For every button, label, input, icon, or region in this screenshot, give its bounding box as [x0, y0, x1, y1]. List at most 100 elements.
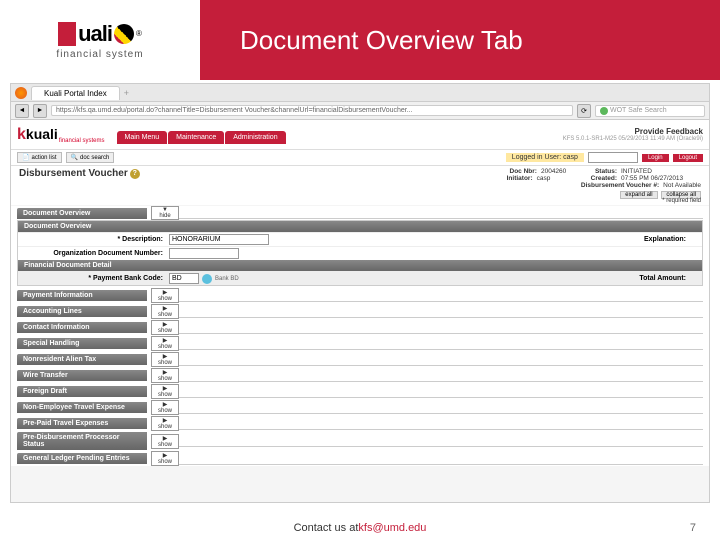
show-button[interactable]: ▶ show [151, 288, 179, 303]
bank-code-label: * Payment Bank Code: [24, 275, 169, 282]
help-icon[interactable]: ? [130, 169, 140, 179]
app-logo-k-icon: k [17, 126, 26, 144]
browser-tab[interactable]: Kuali Portal Index [31, 86, 120, 100]
registered-mark: ® [136, 29, 142, 38]
impersonate-input[interactable] [588, 152, 638, 163]
footer-label: Contact us at [294, 522, 359, 534]
tab-prepaid-travel-header: Pre-Paid Travel Expenses [17, 418, 147, 429]
logged-in-user: Logged in User: casp [506, 153, 584, 162]
address-bar: ◄ ► https://kfs.qa.umd.edu/portal.do?cha… [11, 102, 709, 120]
doc-nbr-value: 2004260 [541, 168, 591, 175]
doc-title: Disbursement Voucher ? [19, 168, 140, 179]
tab-payment-information-header: Payment Information [17, 290, 147, 301]
expand-bar: expand all collapse all * required field [11, 191, 709, 205]
slide-title: Document Overview Tab [240, 25, 523, 56]
tab-foreign-draft: Foreign Draft ▶ show [17, 384, 703, 399]
status-label: Status: [595, 168, 617, 175]
tab-accounting-lines: Accounting Lines ▶ show [17, 304, 703, 319]
description-input[interactable] [169, 234, 269, 245]
url-input[interactable]: https://kfs.qa.umd.edu/portal.do?channel… [51, 105, 573, 116]
version-text: KFS 5.0.1-SR1-M25 05/29/2013 11:49 AM (O… [563, 136, 703, 142]
row-description: * Description: Explanation: [18, 232, 702, 246]
action-list-button[interactable]: 📄 action list [17, 152, 62, 163]
app-screenshot: Kuali Portal Index + ◄ ► https://kfs.qa.… [10, 83, 710, 503]
explanation-label: Explanation: [644, 236, 696, 243]
tab-payment-information: Payment Information ▶ show [17, 288, 703, 303]
provide-feedback-link[interactable]: Provide Feedback [563, 127, 703, 136]
show-button[interactable]: ▶ show [151, 416, 179, 431]
app-logo-sub: financial systems [59, 138, 105, 144]
tab-maintenance[interactable]: Maintenance [168, 131, 224, 144]
app-logo: k kuali [17, 126, 58, 144]
tab-special-handling: Special Handling ▶ show [17, 336, 703, 351]
reload-button[interactable]: ⟳ [577, 104, 591, 118]
login-button[interactable]: Login [642, 154, 669, 162]
tab-non-employee-travel: Non-Employee Travel Expense ▶ show [17, 400, 703, 415]
show-button[interactable]: ▶ show [151, 320, 179, 335]
tab-wire-transfer-header: Wire Transfer [17, 370, 147, 381]
maryland-shield-icon [114, 24, 134, 44]
bank-code-input[interactable] [169, 273, 199, 284]
new-tab-button[interactable]: + [124, 88, 129, 98]
app-header: k kuali financial systems Main Menu Main… [11, 120, 709, 150]
tab-contact-information-header: Contact Information [17, 322, 147, 333]
tab-non-employee-travel-header: Non-Employee Travel Expense [17, 402, 147, 413]
app-nav-tabs: Main Menu Maintenance Administration [117, 131, 286, 144]
dv-value: Not Available [663, 182, 701, 189]
doc-title-text: Disbursement Voucher [19, 168, 128, 179]
page-number: 7 [690, 522, 696, 534]
tab-administration[interactable]: Administration [225, 131, 285, 144]
show-button[interactable]: ▶ show [151, 352, 179, 367]
tab-accounting-lines-header: Accounting Lines [17, 306, 147, 317]
org-doc-number-label: Organization Document Number: [24, 250, 169, 257]
total-amount-label: Total Amount: [639, 275, 696, 282]
footer-email-link[interactable]: kfs@umd.edu [358, 522, 426, 534]
tab-contact-information: Contact Information ▶ show [17, 320, 703, 335]
initiator-value: casp [537, 175, 587, 182]
show-button[interactable]: ▶ show [151, 304, 179, 319]
browser-search-input[interactable]: WOT Safe Search [595, 105, 705, 117]
show-button[interactable]: ▶ show [151, 434, 179, 449]
tab-gl-pending: General Ledger Pending Entries ▶ show [17, 451, 703, 466]
footer: Contact us at kfs@umd.edu [0, 522, 720, 534]
tabs-area: Document Overview ▼ hide Document Overvi… [11, 206, 709, 466]
forward-button[interactable]: ► [33, 104, 47, 118]
tab-prepaid-travel: Pre-Paid Travel Expenses ▶ show [17, 416, 703, 431]
hide-button[interactable]: ▼ hide [151, 206, 179, 220]
action-list-label: action list [31, 155, 56, 161]
logo-subtitle: financial system [56, 49, 143, 60]
kuali-logo: uali ® [58, 21, 142, 47]
tab-document-overview-header: Document Overview [17, 208, 147, 219]
show-button[interactable]: ▶ show [151, 451, 179, 466]
show-button[interactable]: ▶ show [151, 336, 179, 351]
logout-button[interactable]: Logout [673, 154, 703, 162]
tab-pdp-status-header: Pre-Disbursement Processor Status [17, 432, 147, 450]
lookup-icon[interactable] [202, 274, 212, 284]
tab-main-menu[interactable]: Main Menu [117, 131, 168, 144]
tab-special-handling-header: Special Handling [17, 338, 147, 349]
header-right: Provide Feedback KFS 5.0.1-SR1-M25 05/29… [563, 127, 703, 142]
app-logo-text: kuali [26, 126, 58, 142]
wot-icon [600, 107, 608, 115]
org-doc-number-input[interactable] [169, 248, 239, 259]
required-field-note: * required field [662, 198, 701, 204]
tab-nra-tax-header: Nonresident Alien Tax [17, 354, 147, 365]
logo-k-icon [58, 22, 76, 46]
doc-search-button[interactable]: 🔍 doc search [66, 152, 115, 163]
back-button[interactable]: ◄ [15, 104, 29, 118]
bank-name: Bank BD [215, 276, 239, 282]
show-button[interactable]: ▶ show [151, 368, 179, 383]
document-overview-body: Document Overview * Description: Explana… [17, 220, 703, 286]
tab-foreign-draft-header: Foreign Draft [17, 386, 147, 397]
row-bank-code: * Payment Bank Code: Bank BD Total Amoun… [18, 271, 702, 285]
doc-meta: Doc Nbr: 2004260 Status: INITIATED Initi… [507, 168, 701, 189]
expand-all-button[interactable]: expand all [620, 191, 657, 199]
tab-gl-pending-header: General Ledger Pending Entries [17, 453, 147, 464]
logo-text: uali [78, 21, 112, 47]
show-button[interactable]: ▶ show [151, 400, 179, 415]
show-button[interactable]: ▶ show [151, 384, 179, 399]
search-placeholder: WOT Safe Search [610, 107, 667, 114]
status-value: INITIATED [621, 168, 701, 175]
row-org-doc-number: Organization Document Number: [18, 246, 702, 260]
dv-label: Disbursement Voucher #: [581, 182, 659, 189]
